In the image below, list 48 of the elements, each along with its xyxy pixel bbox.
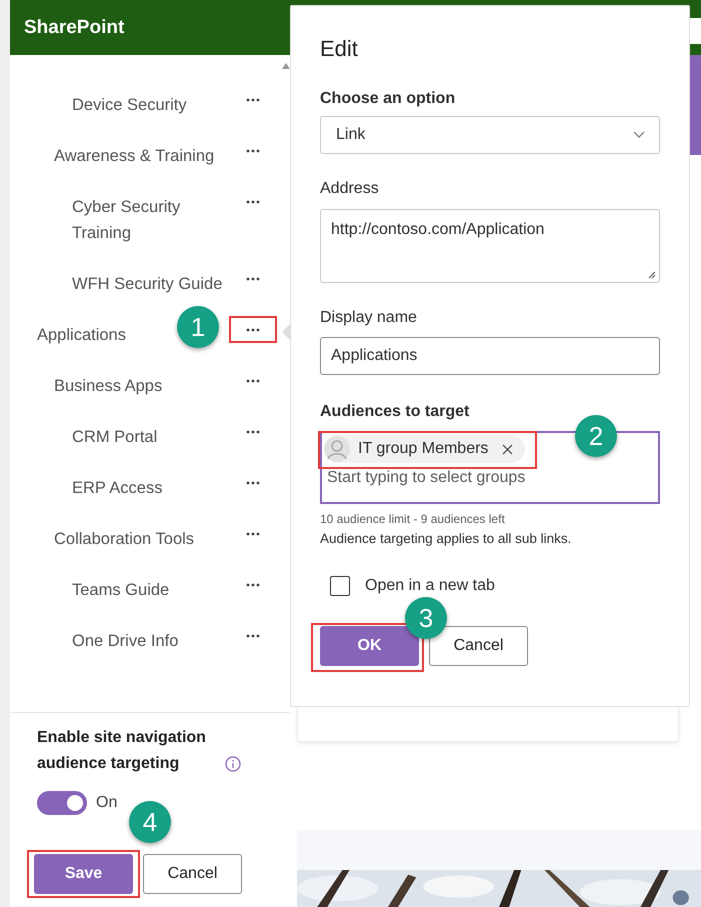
nav-link[interactable]: Teams Guide [72, 576, 232, 602]
address-field[interactable]: http://contoso.com/Application [320, 209, 660, 283]
avatar-icon [324, 436, 350, 462]
info-icon[interactable] [225, 756, 241, 772]
nav-link[interactable]: Applications [37, 322, 126, 348]
hint-text: 10 audience limit - 9 audiences left [320, 512, 506, 526]
more-icon[interactable] [246, 276, 260, 280]
field-label: Address [320, 179, 380, 199]
toggle-switch[interactable] [37, 791, 87, 815]
more-icon[interactable] [246, 378, 260, 382]
more-icon[interactable] [246, 634, 260, 638]
nav-link[interactable]: One Drive Info [72, 628, 232, 654]
save-button[interactable]: Save [34, 854, 133, 894]
toggle-label: On [96, 794, 118, 812]
close-icon[interactable] [502, 444, 514, 454]
app-title[interactable]: SharePoint [24, 16, 124, 38]
field-label: Display name [320, 308, 418, 328]
display-name-field[interactable]: Applications [320, 337, 660, 375]
dialog-title: Edit [320, 35, 359, 63]
nav-link[interactable]: Awareness & Training [54, 142, 214, 168]
nav-link[interactable]: ERP Access [72, 474, 232, 500]
more-icon[interactable] [246, 582, 260, 586]
more-icon[interactable] [246, 532, 260, 536]
more-icon[interactable] [246, 200, 260, 204]
field-label: Choose an option [320, 89, 456, 109]
highlight-frame [229, 316, 277, 342]
nav-link[interactable]: WFH Security Guide [72, 270, 232, 296]
checkbox-label: Open in a new tab [365, 577, 495, 595]
cancel-button[interactable]: Cancel [429, 626, 528, 666]
field-label: Audiences to target [320, 402, 470, 422]
more-icon[interactable] [246, 430, 260, 434]
more-icon[interactable] [246, 98, 260, 102]
more-icon[interactable] [246, 328, 260, 332]
nav-link[interactable]: Business Apps [54, 372, 162, 398]
note-text: Audience targeting applies to all sub links. [320, 531, 572, 546]
nav-link[interactable]: Device Security [72, 92, 232, 118]
nav-link[interactable]: Cyber Security Training [72, 194, 232, 246]
audience-chip[interactable]: IT group Members [324, 435, 526, 463]
cancel-button[interactable]: Cancel [143, 854, 242, 894]
resize-grip-icon[interactable] [648, 271, 656, 279]
checkbox[interactable] [330, 576, 350, 596]
more-icon[interactable] [246, 480, 260, 484]
option-dropdown[interactable]: Link [320, 116, 660, 154]
nav-link[interactable]: Collaboration Tools [54, 526, 194, 552]
nav-link[interactable]: CRM Portal [72, 424, 232, 450]
setting-label: Enable site navigation audience targeting [37, 728, 207, 774]
ok-button[interactable]: OK [320, 626, 419, 666]
more-icon[interactable] [246, 148, 260, 152]
